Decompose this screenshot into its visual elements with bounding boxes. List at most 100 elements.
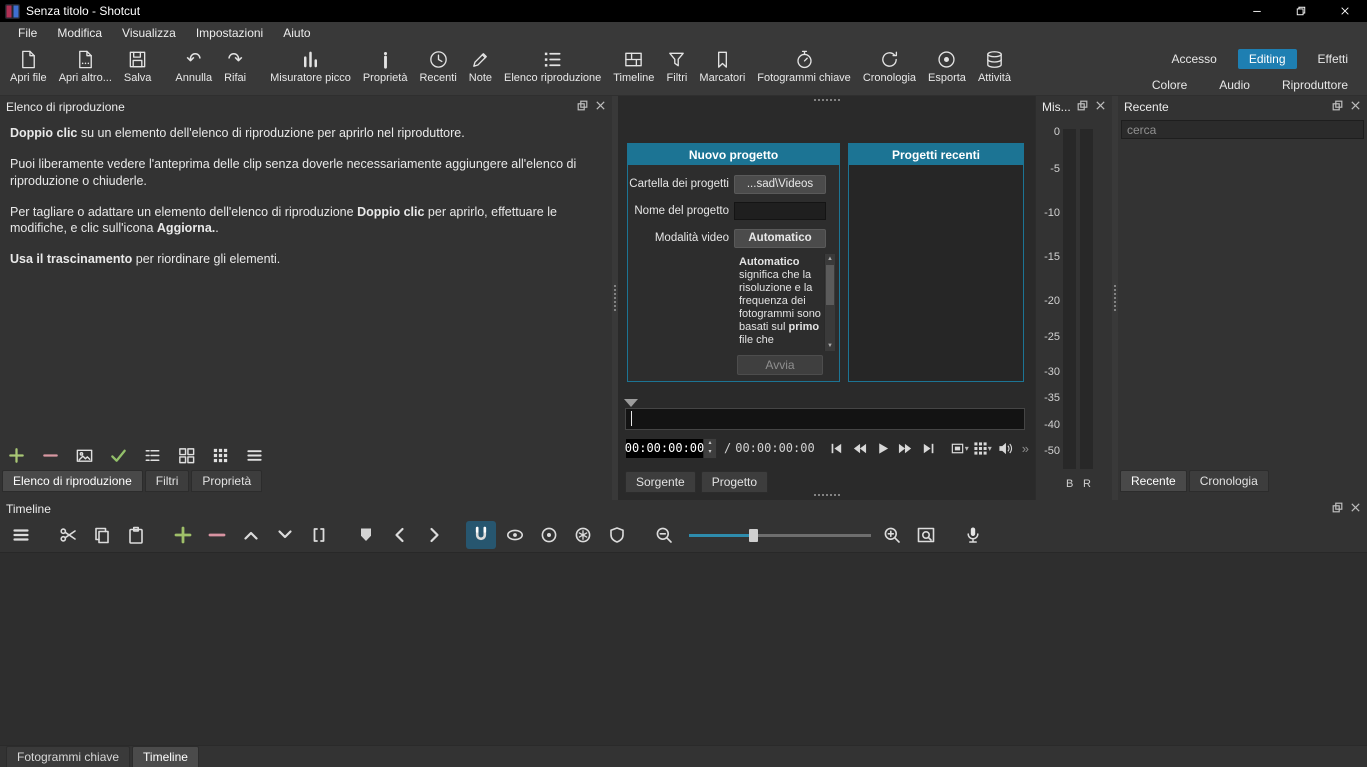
open-other-button[interactable]: Apri altro... [53,47,118,86]
cut-button[interactable] [53,521,83,549]
playlist-apply-button[interactable] [108,445,129,466]
start-project-button[interactable]: Avvia [737,355,823,375]
layout-tab-editing[interactable]: Editing [1237,49,1297,69]
menu-help[interactable]: Aiuto [273,23,320,43]
prev-marker-button[interactable] [385,521,415,549]
tab-timeline[interactable]: Timeline [132,746,199,767]
playlist-update-button[interactable] [74,445,95,466]
search-input[interactable] [1121,120,1364,139]
grid-button[interactable]: ▾ [971,438,994,458]
menu-view[interactable]: Visualizza [112,23,186,43]
scrollbar-thumb[interactable] [826,265,834,305]
timecode-current[interactable]: 00:00:00:00 [625,437,704,459]
tab-project[interactable]: Progetto [700,471,769,493]
paste-button[interactable] [121,521,151,549]
undo-button[interactable]: ↶ Annulla [169,47,218,86]
tab-keyframes[interactable]: Fotogrammi chiave [6,746,131,767]
playlist-add-button[interactable] [6,445,27,466]
spin-up-icon[interactable]: ▴ [704,439,716,449]
float-panel-icon[interactable] [1332,100,1343,114]
copy-button[interactable] [87,521,117,549]
close-panel-icon[interactable] [595,100,606,114]
projects-folder-button[interactable]: ...sad\Videos [734,174,826,194]
description-scrollbar[interactable]: ▲ ▼ [824,254,835,351]
playhead-icon[interactable] [624,399,638,407]
float-panel-icon[interactable] [1332,502,1343,516]
tab-source[interactable]: Sorgente [625,471,696,493]
layout-tab-player[interactable]: Riproduttore [1271,75,1359,95]
layout-tab-color[interactable]: Colore [1141,75,1198,95]
float-panel-icon[interactable] [1077,100,1088,114]
append-button[interactable] [168,521,198,549]
close-panel-icon[interactable] [1095,100,1106,114]
lift-button[interactable] [236,521,266,549]
menu-edit[interactable]: Modifica [47,23,112,43]
playlist-remove-button[interactable] [40,445,61,466]
volume-button[interactable] [994,438,1017,458]
play-button[interactable] [871,438,894,458]
menu-file[interactable]: File [8,23,47,43]
zoom-in-button[interactable] [877,521,907,549]
playlist-button[interactable]: Elenco riproduzione [498,47,607,86]
ripple-button[interactable] [534,521,564,549]
restore-button[interactable] [1279,0,1323,22]
properties-button[interactable]: Proprietà [357,47,414,86]
view-details-button[interactable] [142,445,163,466]
zoom-toggle-button[interactable]: ▾ [948,438,971,458]
tab-history[interactable]: Cronologia [1188,470,1269,492]
view-icons-button[interactable] [210,445,231,466]
record-audio-button[interactable] [958,521,988,549]
layout-tab-audio[interactable]: Audio [1208,75,1261,95]
history-button[interactable]: Cronologia [857,47,922,86]
close-panel-icon[interactable] [1350,100,1361,114]
more-controls-icon[interactable]: » [1022,441,1029,456]
menu-settings[interactable]: Impostazioni [186,23,273,43]
ripple-markers-button[interactable] [602,521,632,549]
view-tiles-button[interactable] [176,445,197,466]
video-mode-button[interactable]: Automatico [734,228,826,248]
timecode-spinner[interactable]: ▴ ▾ [704,437,717,459]
tab-filters[interactable]: Filtri [144,470,190,492]
timeline-zoom-slider[interactable] [689,525,871,545]
close-panel-icon[interactable] [1350,502,1361,516]
tab-properties[interactable]: Proprietà [191,470,263,492]
zoom-out-button[interactable] [649,521,679,549]
skip-end-button[interactable] [917,438,940,458]
splitter-handle-icon[interactable] [813,494,840,496]
timeline-button[interactable]: Timeline [607,47,660,86]
save-button[interactable]: Salva [118,47,158,86]
filters-button[interactable]: Filtri [660,47,693,86]
recent-button[interactable]: Recenti [413,47,462,86]
timeline-tracks-area[interactable] [0,552,1367,745]
peak-meter-button[interactable]: Misuratore picco [264,47,357,86]
close-button[interactable] [1323,0,1367,22]
open-file-button[interactable]: Apri file [4,47,53,86]
skip-start-button[interactable] [825,438,848,458]
keyframes-button[interactable]: Fotogrammi chiave [751,47,857,86]
tab-recent[interactable]: Recente [1120,470,1187,492]
ripple-delete-button[interactable] [202,521,232,549]
ripple-all-tracks-button[interactable] [568,521,598,549]
fast-forward-button[interactable] [894,438,917,458]
spin-down-icon[interactable]: ▾ [704,448,716,458]
scroll-up-icon[interactable]: ▲ [825,254,835,264]
notes-button[interactable]: Note [463,47,498,86]
splitter-handle-icon[interactable] [813,99,840,101]
scroll-down-icon[interactable]: ▼ [825,341,835,351]
redo-button[interactable]: ↷ Rifai [218,47,252,86]
export-button[interactable]: Esporta [922,47,972,86]
tasks-button[interactable]: Attività [972,47,1017,86]
marker-button[interactable] [351,521,381,549]
float-panel-icon[interactable] [577,100,588,114]
layout-tab-logging[interactable]: Accesso [1160,49,1227,69]
seek-bar[interactable] [625,408,1025,430]
markers-button[interactable]: Marcatori [693,47,751,86]
snap-button[interactable] [466,521,496,549]
playlist-menu-button[interactable] [244,445,265,466]
minimize-button[interactable] [1235,0,1279,22]
overwrite-button[interactable] [270,521,300,549]
slider-handle[interactable] [749,529,758,542]
split-button[interactable] [304,521,334,549]
layout-tab-fx[interactable]: Effetti [1307,49,1359,69]
scrub-while-dragging-button[interactable] [500,521,530,549]
